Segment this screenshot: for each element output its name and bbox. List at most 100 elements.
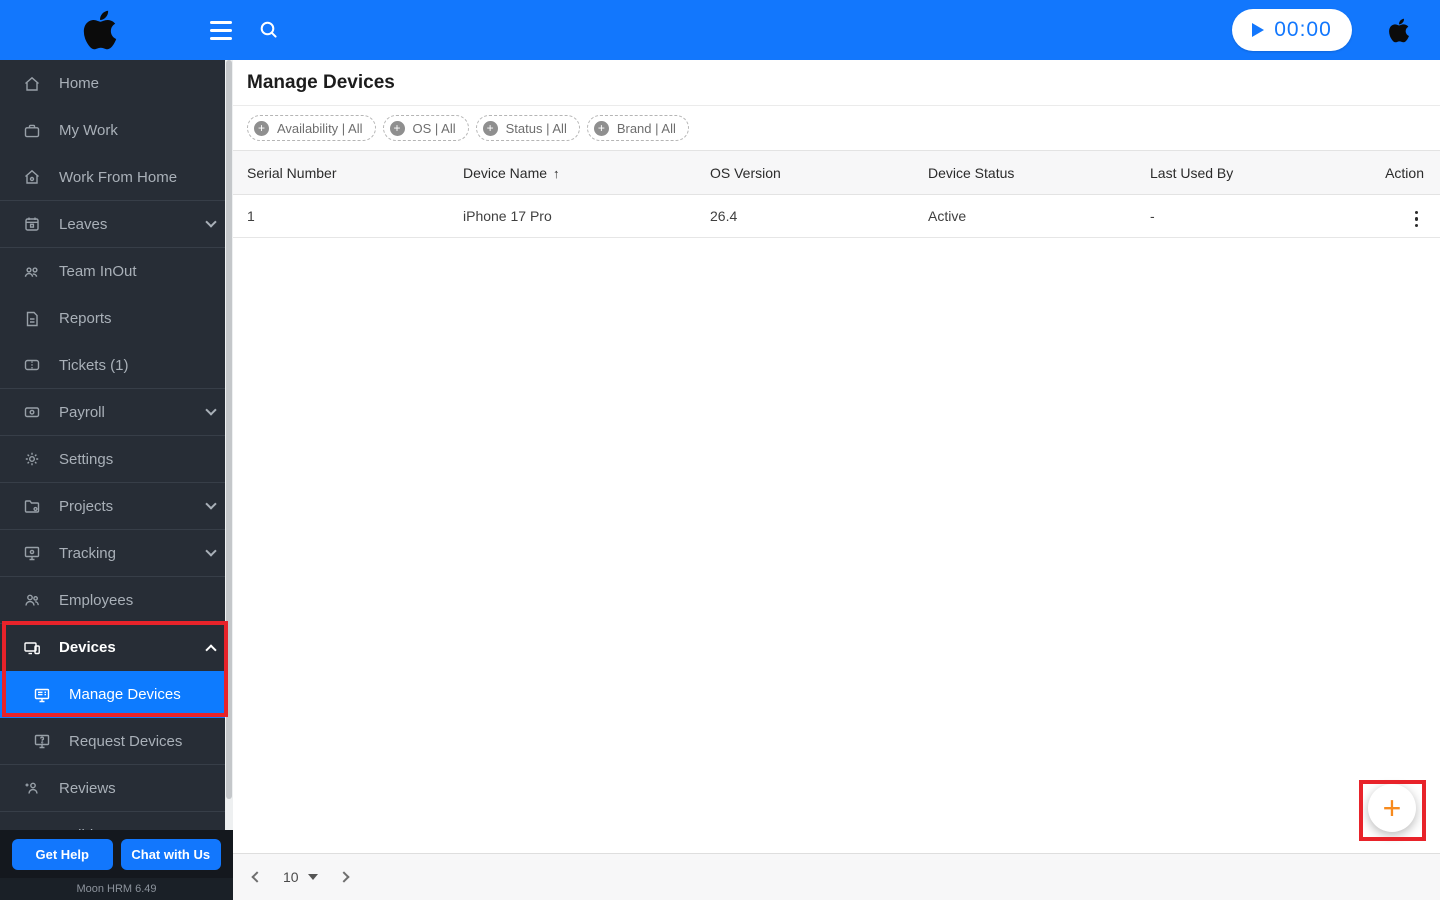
sidebar-scrollbar[interactable] — [225, 60, 233, 830]
pagination-bar: 10 — [233, 853, 1440, 900]
empty-area — [233, 238, 1440, 853]
sidebar-footer: Get Help Chat with Us — [0, 830, 233, 878]
page-title: Manage Devices — [247, 71, 395, 93]
column-header-device-status[interactable]: Device Status — [914, 165, 1136, 181]
main-content: Manage Devices + Availability | All + OS… — [233, 60, 1440, 900]
sidebar-item-work-from-home[interactable]: Work From Home — [0, 154, 233, 201]
previous-page-button[interactable] — [247, 867, 267, 887]
home-icon — [22, 74, 42, 94]
team-icon — [22, 262, 42, 282]
sidebar-item-devices[interactable]: Devices — [0, 624, 233, 671]
plus-circle-icon: + — [482, 120, 498, 136]
filter-chip-label: Status | All — [505, 120, 567, 136]
sidebar-item-label: Settings — [59, 450, 114, 468]
employees-icon — [22, 590, 42, 610]
calendar-icon — [22, 214, 42, 234]
sidebar-item-team-inout[interactable]: Team InOut — [0, 248, 233, 295]
sidebar-item-label: My Work — [59, 122, 118, 139]
cell-device-status: Active — [928, 208, 967, 224]
search-button[interactable] — [258, 19, 280, 41]
cell-device-name: iPhone 17 Pro — [463, 208, 552, 224]
document-icon — [22, 309, 42, 329]
filter-chip-status[interactable]: + Status | All — [475, 115, 580, 141]
sidebar-item-home[interactable]: Home — [0, 60, 233, 107]
filter-bar: + Availability | All + OS | All + Status… — [233, 106, 1440, 150]
page-size-select[interactable]: 10 — [283, 869, 318, 885]
sidebar-item-leaves[interactable]: Leaves — [0, 201, 233, 248]
next-page-button[interactable] — [334, 867, 354, 887]
sidebar: Home My Work Work From Home Leaves Team … — [0, 60, 233, 900]
chat-with-us-button[interactable]: Chat with Us — [120, 838, 221, 870]
sidebar-item-label: Team InOut — [59, 263, 137, 280]
chevron-down-icon — [205, 545, 217, 557]
app-version: Moon HRM 6.49 — [0, 878, 233, 900]
folder-icon — [22, 496, 42, 516]
plus-circle-icon: + — [389, 120, 405, 136]
sidebar-item-label: Reviews — [59, 779, 116, 797]
column-header-os-version[interactable]: OS Version — [696, 165, 914, 181]
filter-chip-label: Availability | All — [277, 120, 363, 136]
devices-icon — [22, 638, 42, 658]
apple-logo-icon — [1389, 18, 1409, 42]
gear-icon — [22, 449, 42, 469]
sort-asc-icon: ↑ — [553, 165, 560, 181]
chevron-down-icon — [205, 498, 217, 510]
sidebar-item-payroll[interactable]: Payroll — [0, 389, 233, 436]
table-row: 1 iPhone 17 Pro 26.4 Active - — [233, 195, 1440, 238]
hamburger-icon — [210, 20, 232, 24]
column-header-last-used-by[interactable]: Last Used By — [1136, 165, 1359, 181]
menu-toggle-button[interactable] — [206, 17, 236, 44]
person-star-icon — [22, 778, 42, 798]
filter-chip-label: Brand | All — [616, 120, 676, 136]
chevron-down-icon — [205, 404, 217, 416]
apple-logo[interactable] — [82, 8, 118, 52]
add-device-fab[interactable]: + — [1368, 784, 1416, 832]
filter-chip-brand[interactable]: + Brand | All — [586, 115, 689, 141]
scrollbar-thumb[interactable] — [226, 60, 232, 800]
filter-chip-os[interactable]: + OS | All — [382, 115, 469, 141]
sidebar-item-employees[interactable]: Employees — [0, 577, 233, 624]
sidebar-item-label: Tickets (1) — [59, 356, 129, 374]
filter-chip-label: OS | All — [412, 120, 456, 136]
chevron-down-icon — [205, 216, 217, 228]
apple-logo-right — [1388, 17, 1410, 44]
kebab-menu-icon[interactable] — [1409, 207, 1425, 232]
ticket-icon — [22, 355, 42, 375]
timer-button[interactable]: 00:00 — [1232, 9, 1352, 51]
sidebar-item-label: Leaves — [59, 215, 108, 233]
get-help-button[interactable]: Get Help — [12, 838, 113, 870]
chevron-right-icon — [337, 871, 350, 883]
topbar: 00:00 — [0, 0, 1440, 60]
chevron-left-icon — [251, 871, 263, 883]
column-header-device-name[interactable]: Device Name ↑ — [449, 165, 696, 181]
column-header-action: Action — [1385, 164, 1424, 181]
sidebar-item-settings[interactable]: Settings — [0, 436, 233, 483]
sidebar-item-label: Employees — [59, 591, 134, 609]
plus-circle-icon: + — [254, 120, 269, 136]
apple-logo-icon — [83, 10, 117, 50]
sidebar-item-label: Manage Devices — [69, 686, 181, 703]
cell-last-used-by: - — [1150, 208, 1155, 224]
sidebar-item-projects[interactable]: Projects — [0, 483, 233, 530]
sidebar-item-label: Tracking — [59, 544, 116, 562]
sidebar-item-reviews[interactable]: Reviews — [0, 765, 233, 812]
timer-value: 00:00 — [1274, 18, 1332, 41]
sidebar-item-tracking[interactable]: Tracking — [0, 530, 233, 577]
sidebar-item-reports[interactable]: Reports — [0, 295, 233, 342]
monitor-icon — [22, 543, 42, 563]
sidebar-item-label: Projects — [59, 497, 114, 515]
sidebar-item-request-devices[interactable]: Request Devices — [0, 718, 233, 765]
manage-devices-icon — [32, 685, 52, 705]
play-icon — [1252, 23, 1265, 37]
page-header: Manage Devices — [233, 60, 1440, 106]
sidebar-item-manage-devices[interactable]: Manage Devices — [0, 671, 233, 718]
sidebar-nav: Home My Work Work From Home Leaves Team … — [0, 60, 233, 859]
sidebar-item-my-work[interactable]: My Work — [0, 107, 233, 154]
sidebar-item-tickets[interactable]: Tickets (1) — [0, 342, 233, 389]
plus-circle-icon: + — [593, 120, 609, 136]
cell-os-version: 26.4 — [710, 208, 738, 224]
sidebar-item-label: Work From Home — [59, 168, 178, 186]
sidebar-item-label: Request Devices — [69, 732, 183, 750]
column-header-serial-number[interactable]: Serial Number — [233, 165, 449, 181]
filter-chip-availability[interactable]: + Availability | All — [247, 115, 376, 141]
